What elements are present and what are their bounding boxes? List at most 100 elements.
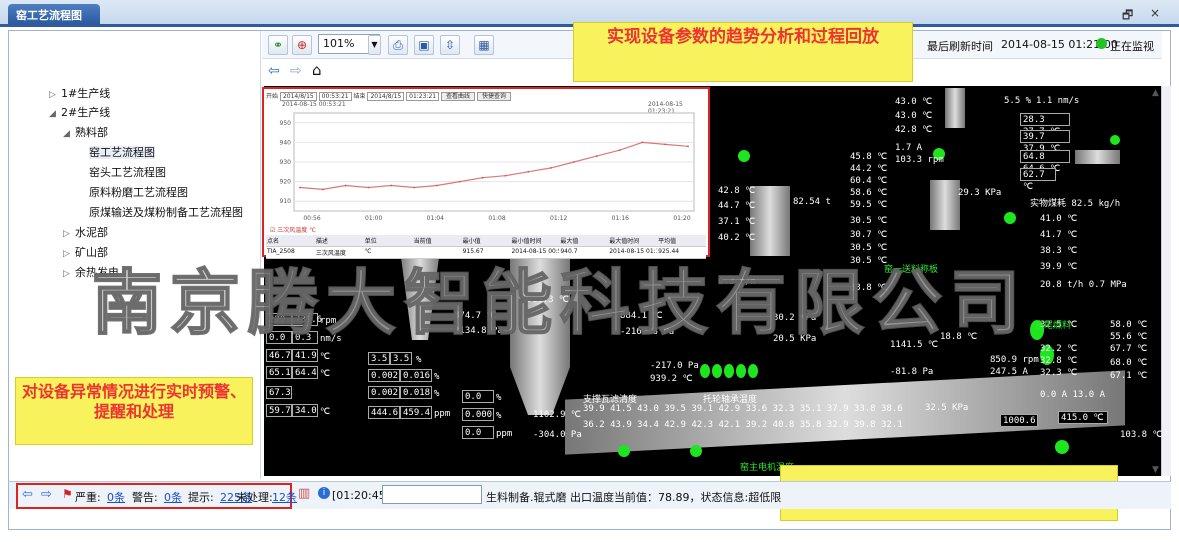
org-chart-icon[interactable]: ⚭ bbox=[268, 35, 288, 55]
expand-icon[interactable]: ▷ bbox=[63, 269, 75, 279]
refresh-label: 最后刷新时间 bbox=[927, 40, 993, 53]
fit-icon[interactable]: ⇳ bbox=[440, 35, 460, 55]
tree-item-cement[interactable]: ▷ 水泥部 bbox=[63, 224, 108, 240]
series-point bbox=[344, 184, 347, 187]
status-light bbox=[1004, 212, 1016, 224]
reading: 247.5 A bbox=[990, 367, 1028, 377]
table-cell: 描述 bbox=[315, 238, 328, 245]
reading: 41.0 ℃ bbox=[1040, 214, 1078, 224]
cyclone-tank bbox=[750, 186, 790, 256]
zoom-icon[interactable]: ⊕ bbox=[292, 35, 312, 55]
tree-item-kiln-head[interactable]: 窑头工艺流程图 bbox=[89, 164, 166, 180]
vertical-scrollbar[interactable] bbox=[1161, 86, 1171, 476]
quick-query-button[interactable]: 快捷查询 bbox=[476, 92, 511, 101]
tree-item-raw-mill[interactable]: 原料粉磨工艺流程图 bbox=[89, 184, 188, 200]
table-cell: 当前值 bbox=[413, 238, 432, 245]
reading: 1000.6 bbox=[1000, 414, 1038, 427]
coal-hopper bbox=[945, 88, 965, 128]
series-point bbox=[436, 184, 438, 187]
table-cell: 最小值时间 bbox=[511, 238, 542, 245]
expand-icon[interactable]: ▷ bbox=[63, 249, 75, 259]
home-icon[interactable]: ⌂ bbox=[312, 61, 322, 79]
end-label: 结束 bbox=[353, 93, 366, 100]
scroll-up-icon[interactable]: ▲ bbox=[1152, 88, 1159, 98]
reading: 67.7 ℃ bbox=[1110, 344, 1148, 354]
collapse-icon[interactable]: ◢ bbox=[49, 109, 61, 119]
info-icon: i bbox=[318, 487, 330, 499]
status-light bbox=[748, 364, 758, 378]
tree-item-clinker[interactable]: ◢ 熟料部 bbox=[63, 124, 108, 140]
reading: 28.3 27.7 ℃ bbox=[1020, 113, 1070, 137]
series-point bbox=[572, 161, 575, 163]
next-alarm-icon[interactable]: ⇨ bbox=[41, 487, 52, 502]
view-curve-button[interactable]: 查看曲线 bbox=[441, 92, 476, 101]
tree-item-label: 原料粉磨工艺流程图 bbox=[89, 186, 188, 199]
trend-popup: 开始 2014/8/15 00:53:21 结束 2014/8/15 01:23… bbox=[262, 87, 710, 259]
series-point bbox=[687, 145, 689, 148]
reading: 58.0 ℃ bbox=[1110, 320, 1148, 330]
end-time-input[interactable]: 01:23:21 bbox=[406, 92, 440, 101]
reading: 39.9 ℃ bbox=[1040, 262, 1078, 272]
warn-count-link[interactable]: 0条 bbox=[164, 489, 182, 505]
x-tick-label: 01:04 bbox=[427, 215, 444, 222]
close-icon[interactable]: × bbox=[1150, 6, 1160, 20]
status-light bbox=[618, 445, 630, 457]
series-point bbox=[481, 176, 484, 179]
reading: 1.1 nm/s bbox=[1036, 96, 1080, 106]
collapse-icon[interactable]: ◢ bbox=[63, 129, 75, 139]
callout-alarm: 对设备异常情况进行实时预警、提醒和处理 bbox=[15, 377, 253, 445]
prev-alarm-icon[interactable]: ⇦ bbox=[22, 487, 33, 502]
reading: 67.1 ℃ bbox=[1110, 371, 1148, 381]
expand-icon[interactable]: ▷ bbox=[63, 229, 75, 239]
pending-count-link[interactable]: 12条 bbox=[272, 489, 297, 505]
chart-icon[interactable]: ▥ bbox=[298, 486, 310, 501]
unit: ppm bbox=[496, 429, 513, 439]
value-cell: 0.018 bbox=[400, 386, 432, 399]
scroll-down-icon[interactable]: ▼ bbox=[1152, 465, 1159, 475]
reading: 45.8 ℃ bbox=[850, 152, 888, 162]
unit: ℃ bbox=[320, 352, 331, 362]
alarm-filter-input[interactable] bbox=[382, 485, 482, 504]
tree-item-label: 水泥部 bbox=[75, 226, 108, 239]
chevron-down-icon[interactable]: ▼ bbox=[368, 35, 381, 55]
tree-item-label: 原煤输送及煤粉制备工艺流程图 bbox=[89, 206, 243, 219]
reading: 43.0 ℃ bbox=[895, 111, 933, 121]
reading: 1.7 A bbox=[895, 143, 923, 153]
restore-icon[interactable]: 🗗 bbox=[1122, 6, 1133, 27]
reading: 30.5 ℃ bbox=[850, 216, 888, 226]
status-light bbox=[690, 445, 702, 457]
tree-item-coal-prep[interactable]: 原煤输送及煤粉制备工艺流程图 bbox=[89, 204, 243, 220]
table-cell: 最大值 bbox=[560, 238, 579, 245]
value-cell: 0.002 bbox=[368, 369, 400, 382]
reading: 37.1 ℃ bbox=[718, 217, 756, 227]
tree-item-kiln-process[interactable]: 窑工艺流程图 bbox=[89, 144, 155, 160]
table-cell: 点名 bbox=[267, 238, 280, 245]
image-icon[interactable]: ▣ bbox=[414, 35, 434, 55]
status-light bbox=[724, 364, 734, 378]
back-icon[interactable]: ⇦ bbox=[268, 63, 280, 79]
value-cell: 0.016 bbox=[400, 369, 432, 382]
value-cell: 67.3 bbox=[266, 386, 292, 399]
end-date-input[interactable]: 2014/8/15 bbox=[367, 92, 405, 101]
pending-label: 未处理: bbox=[236, 491, 273, 504]
start-date-input[interactable]: 2014/8/15 bbox=[279, 92, 317, 101]
print-icon[interactable]: ⎙ bbox=[388, 35, 408, 55]
forward-icon[interactable]: ⇨ bbox=[290, 63, 302, 79]
unit: % bbox=[496, 393, 502, 403]
reading: -81.8 Pa bbox=[890, 367, 934, 377]
start-time-input[interactable]: 00:53:21 bbox=[318, 92, 352, 101]
severe-label: 严重: bbox=[75, 491, 101, 504]
reading: 44.7 ℃ bbox=[718, 201, 756, 211]
tree-item-line1[interactable]: ▷ 1#生产线 bbox=[49, 85, 110, 101]
y-tick-label: 910 bbox=[280, 198, 292, 205]
series-point bbox=[413, 186, 416, 189]
expand-icon[interactable]: ▷ bbox=[49, 90, 61, 100]
y-tick-label: 920 bbox=[280, 179, 292, 186]
value-cell: 64.4 bbox=[292, 366, 318, 379]
tree-item-line2[interactable]: ◢ 2#生产线 bbox=[49, 104, 110, 120]
severe-count-link[interactable]: 0条 bbox=[107, 489, 125, 505]
x-tick-label: 00:56 bbox=[303, 215, 320, 222]
tab-kiln-process[interactable]: 窑工艺流程图 bbox=[8, 4, 100, 24]
reading: 40.2 ℃ bbox=[718, 233, 756, 243]
grid-icon[interactable]: ▦ bbox=[474, 35, 494, 55]
